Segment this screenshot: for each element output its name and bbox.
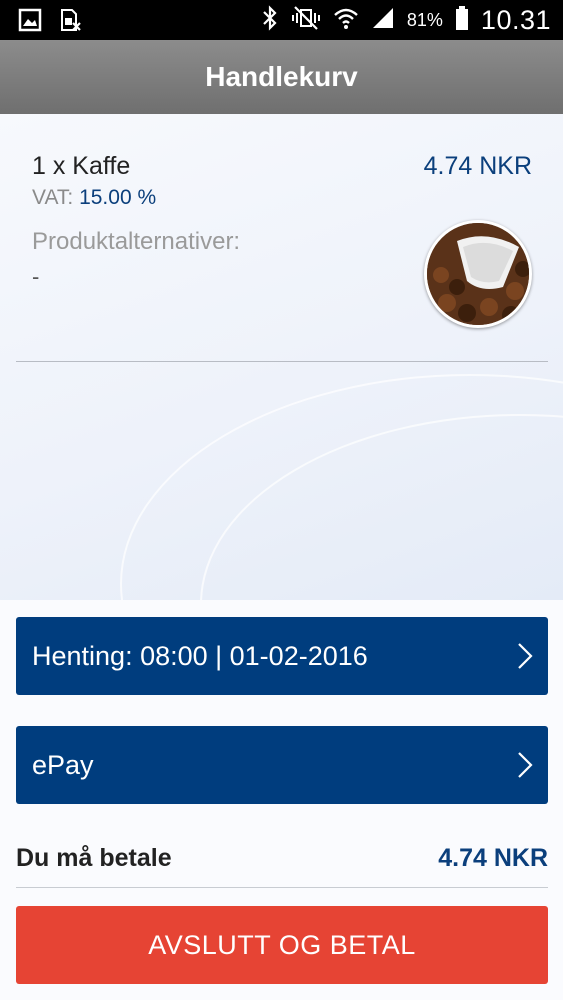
chevron-right-icon — [516, 641, 534, 678]
battery-percent: 81% — [406, 9, 443, 30]
app-bar: Handlekurv — [0, 40, 563, 114]
signal-icon — [371, 6, 395, 35]
cart-content: 1 x Kaffe 4.74 NKR VAT: 15.00 % Produkta… — [0, 114, 563, 600]
vibrate-mute-icon — [291, 5, 321, 36]
page-title: Handlekurv — [205, 61, 358, 92]
total-value: 4.74 NKR — [438, 844, 548, 872]
status-left-icons — [18, 8, 82, 37]
status-right-icons: 81% 10.31 — [261, 4, 551, 36]
pickup-time-button[interactable]: Henting: 08:00 | 01-02-2016 — [16, 617, 548, 695]
payment-method-label: ePay — [32, 749, 94, 780]
checkout-panel: Henting: 08:00 | 01-02-2016 ePay Du må b… — [0, 600, 563, 1000]
item-name: 1 x Kaffe — [32, 152, 131, 180]
clock: 10.31 — [480, 4, 551, 35]
total-label: Du må betale — [16, 844, 172, 872]
total-row: Du må betale 4.74 NKR — [16, 838, 548, 888]
gallery-icon — [18, 8, 42, 37]
item-price: 4.74 NKR — [423, 152, 532, 180]
pickup-time-label: Henting: 08:00 | 01-02-2016 — [32, 640, 368, 671]
chevron-right-icon — [516, 750, 534, 787]
status-bar: 81% 10.31 — [0, 0, 563, 40]
options-label: Produktalternativer: — [32, 228, 241, 255]
options-value: - — [32, 264, 40, 289]
vat-label: VAT: — [32, 186, 74, 209]
coffee-beans-image — [424, 220, 532, 328]
vat-value: 15.00 % — [79, 186, 157, 209]
payment-method-button[interactable]: ePay — [16, 726, 548, 804]
checkout-button-label: AVSLUTT OG BETAL — [148, 929, 416, 960]
battery-icon — [455, 5, 469, 36]
item-vat: VAT: 15.00 % — [32, 186, 156, 210]
bluetooth-icon — [261, 4, 279, 36]
checkout-button[interactable]: AVSLUTT OG BETAL — [16, 906, 548, 984]
sim-card-off-icon — [58, 8, 82, 37]
wifi-icon — [333, 6, 359, 35]
cart-item[interactable]: 1 x Kaffe 4.74 NKR VAT: 15.00 % Produkta… — [16, 114, 548, 362]
